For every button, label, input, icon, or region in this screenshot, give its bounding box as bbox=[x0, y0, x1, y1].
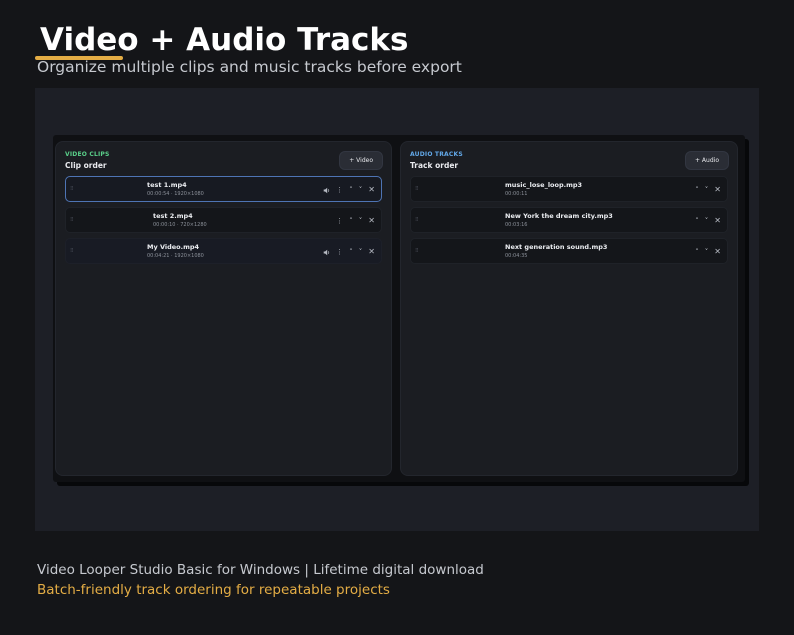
track-list: ⠿ music_lose_loop.mp3 00:00:11 ˄ ˅ ✕ ⠿ N… bbox=[410, 176, 728, 269]
close-icon[interactable]: ✕ bbox=[714, 216, 721, 226]
chevron-up-icon[interactable]: ˄ bbox=[695, 216, 699, 226]
track-actions: ˄ ˅ ✕ bbox=[695, 185, 721, 195]
close-icon[interactable]: ✕ bbox=[714, 185, 721, 195]
close-icon[interactable]: ✕ bbox=[368, 185, 375, 195]
track-row[interactable]: ⠿ Next generation sound.mp3 00:04:35 ˄ ˅… bbox=[410, 238, 728, 264]
chevron-up-icon[interactable]: ˄ bbox=[695, 247, 699, 257]
clip-meta: 00:00:10 · 720×1280 bbox=[153, 222, 207, 228]
clip-meta: 00:04:21 · 1920×1080 bbox=[147, 253, 204, 259]
more-vertical-icon[interactable]: ⋮ bbox=[336, 185, 343, 195]
chevron-down-icon[interactable]: ˅ bbox=[359, 185, 363, 195]
chevron-up-icon[interactable]: ˄ bbox=[695, 185, 699, 195]
clip-order-title: Clip order bbox=[65, 161, 107, 170]
add-audio-button[interactable]: + Audio bbox=[685, 151, 729, 170]
track-duration: 00:00:11 bbox=[505, 191, 528, 197]
track-duration: 00:04:35 bbox=[505, 253, 528, 259]
feature-tagline: Batch-friendly track ordering for repeat… bbox=[37, 582, 390, 598]
clip-name: My Video.mp4 bbox=[147, 243, 200, 251]
audio-tracks-panel: AUDIO TRACKS Track order + Audio ⠿ music… bbox=[400, 141, 738, 476]
chevron-down-icon[interactable]: ˅ bbox=[705, 185, 709, 195]
video-clips-eyebrow: VIDEO CLIPS bbox=[65, 151, 110, 158]
video-clips-panel: VIDEO CLIPS Clip order + Video ⠿ test 1.… bbox=[55, 141, 392, 476]
chevron-down-icon[interactable]: ˅ bbox=[705, 216, 709, 226]
track-row[interactable]: ⠿ music_lose_loop.mp3 00:00:11 ˄ ˅ ✕ bbox=[410, 176, 728, 202]
chevron-down-icon[interactable]: ˅ bbox=[705, 247, 709, 257]
track-name: Next generation sound.mp3 bbox=[505, 243, 608, 251]
close-icon[interactable]: ✕ bbox=[368, 247, 375, 257]
speaker-icon[interactable] bbox=[323, 187, 330, 194]
track-actions: ˄ ˅ ✕ bbox=[695, 247, 721, 257]
clip-meta: 00:00:54 · 1920×1080 bbox=[147, 191, 204, 197]
chevron-down-icon[interactable]: ˅ bbox=[359, 247, 363, 257]
more-vertical-icon[interactable]: ⋮ bbox=[336, 247, 343, 257]
chevron-down-icon[interactable]: ˅ bbox=[359, 216, 363, 226]
chevron-up-icon[interactable]: ˄ bbox=[349, 216, 353, 226]
track-order-title: Track order bbox=[410, 161, 459, 170]
app-window: VIDEO CLIPS Clip order + Video ⠿ test 1.… bbox=[53, 135, 745, 482]
drag-handle-icon[interactable]: ⠿ bbox=[415, 216, 419, 224]
page-subtitle: Organize multiple clips and music tracks… bbox=[37, 58, 462, 76]
drag-handle-icon[interactable]: ⠿ bbox=[70, 185, 74, 193]
track-duration: 00:03:16 bbox=[505, 222, 528, 228]
clip-name: test 1.mp4 bbox=[147, 181, 187, 189]
track-actions: ˄ ˅ ✕ bbox=[695, 216, 721, 226]
product-line: Video Looper Studio Basic for Windows | … bbox=[37, 562, 484, 578]
audio-tracks-eyebrow: AUDIO TRACKS bbox=[410, 151, 463, 158]
chevron-up-icon[interactable]: ˄ bbox=[349, 185, 353, 195]
clip-actions: ⋮ ˄ ˅ ✕ bbox=[336, 216, 375, 226]
drag-handle-icon[interactable]: ⠿ bbox=[70, 216, 74, 224]
clip-row[interactable]: ⠿ test 1.mp4 00:00:54 · 1920×1080 ⋮ ˄ ˅ … bbox=[65, 176, 382, 202]
speaker-icon[interactable] bbox=[323, 249, 330, 256]
drag-handle-icon[interactable]: ⠿ bbox=[415, 185, 419, 193]
track-name: music_lose_loop.mp3 bbox=[505, 181, 583, 189]
add-video-button[interactable]: + Video bbox=[339, 151, 383, 170]
drag-handle-icon[interactable]: ⠿ bbox=[415, 247, 419, 255]
page-title: Video + Audio Tracks bbox=[40, 22, 409, 58]
track-name: New York the dream city.mp3 bbox=[505, 212, 613, 220]
close-icon[interactable]: ✕ bbox=[714, 247, 721, 257]
clip-actions: ⋮ ˄ ˅ ✕ bbox=[323, 185, 375, 195]
more-vertical-icon[interactable]: ⋮ bbox=[336, 216, 343, 226]
chevron-up-icon[interactable]: ˄ bbox=[349, 247, 353, 257]
clip-actions: ⋮ ˄ ˅ ✕ bbox=[323, 247, 375, 257]
track-row[interactable]: ⠿ New York the dream city.mp3 00:03:16 ˄… bbox=[410, 207, 728, 233]
screenshot-stage: VIDEO CLIPS Clip order + Video ⠿ test 1.… bbox=[35, 88, 759, 531]
clip-name: test 2.mp4 bbox=[153, 212, 193, 220]
drag-handle-icon[interactable]: ⠿ bbox=[70, 247, 74, 255]
clip-list: ⠿ test 1.mp4 00:00:54 · 1920×1080 ⋮ ˄ ˅ … bbox=[65, 176, 382, 269]
clip-row[interactable]: ⠿ test 2.mp4 00:00:10 · 720×1280 ⋮ ˄ ˅ ✕ bbox=[65, 207, 382, 233]
close-icon[interactable]: ✕ bbox=[368, 216, 375, 226]
clip-row[interactable]: ⠿ My Video.mp4 00:04:21 · 1920×1080 ⋮ ˄ … bbox=[65, 238, 382, 264]
